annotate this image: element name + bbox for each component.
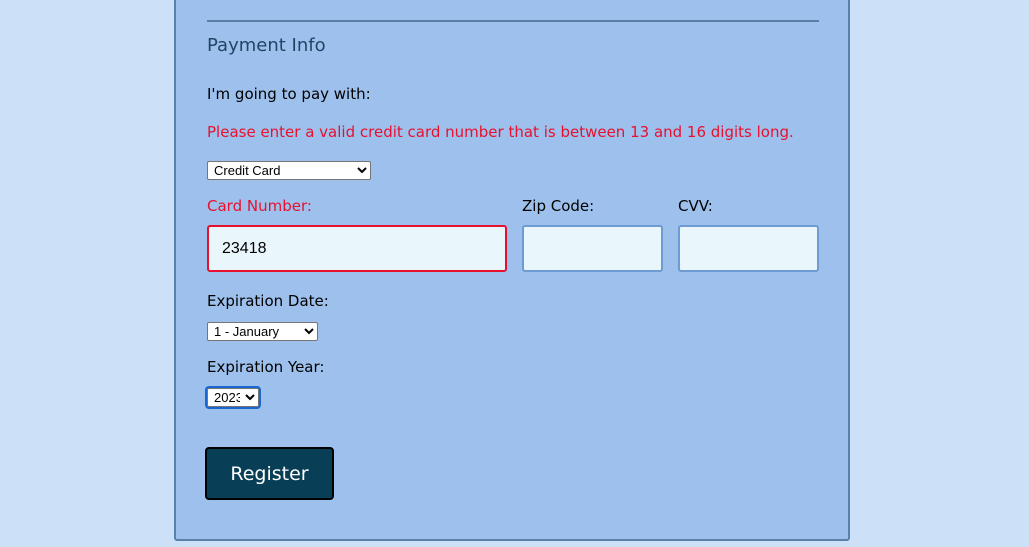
cvv-input[interactable] <box>678 225 819 272</box>
expiration-year-select[interactable]: 2023 <box>205 386 261 409</box>
expiration-month-select[interactable]: 1 - January <box>207 322 318 341</box>
expiration-date-label: Expiration Date: <box>207 292 329 310</box>
card-error-message: Please enter a valid credit card number … <box>207 123 794 141</box>
payment-method-select[interactable]: Credit Card <box>207 161 371 180</box>
section-divider <box>207 20 819 22</box>
card-number-input[interactable] <box>207 225 507 272</box>
cvv-label: CVV: <box>678 197 713 215</box>
zip-code-input[interactable] <box>522 225 663 272</box>
zip-code-label: Zip Code: <box>522 197 595 215</box>
section-title: Payment Info <box>207 35 326 56</box>
pay-with-label: I'm going to pay with: <box>207 85 371 103</box>
card-number-label: Card Number: <box>207 197 312 215</box>
expiration-year-label: Expiration Year: <box>207 358 325 376</box>
register-button[interactable]: Register <box>205 447 334 500</box>
